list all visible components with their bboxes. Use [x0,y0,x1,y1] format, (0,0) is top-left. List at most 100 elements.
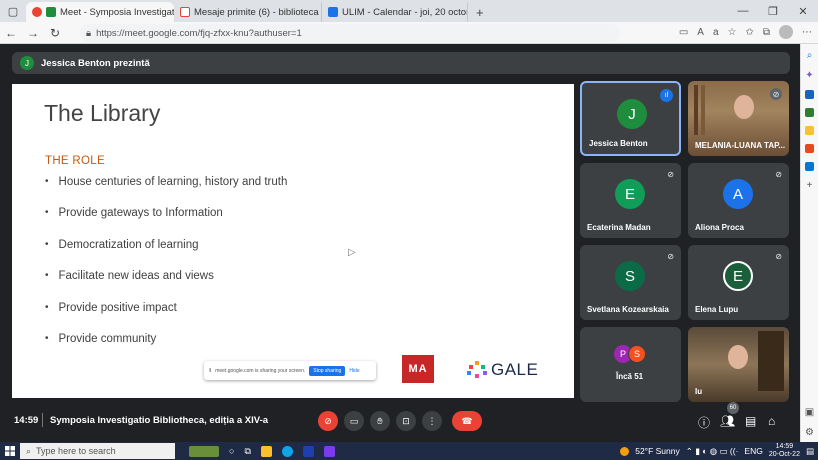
record-icon [32,7,42,17]
participant-tile[interactable]: ıl J Jessica Benton [580,81,681,156]
stop-sharing-button[interactable]: Stop sharing [309,365,346,376]
participant-name: MELANIA-LUANA TAP... [695,141,786,150]
mic-off-icon: ⊘ [667,252,674,261]
camera-button[interactable]: ▭ [344,411,364,431]
url-input[interactable]: 🔒︎ https://meet.google.com/fjq-zfxx-knu?… [80,24,620,42]
meet-stage: J Jessica Benton prezintă The Library TH… [0,44,800,442]
mic-off-icon: ⊘ [667,170,674,179]
search-icon: ⌕ [26,445,32,456]
participant-tile[interactable]: Iu [688,327,789,402]
participant-avatar: E [615,179,645,209]
participant-tile[interactable]: ⊘ E Ecaterina Madan [580,163,681,238]
meeting-title: Symposia Investigatio Bibliotheca, ediți… [50,415,269,426]
gmail-favicon-icon [180,7,190,17]
people-icon[interactable]: 👥︎ [720,414,735,428]
shopping-icon[interactable] [805,90,814,99]
new-tab-button[interactable]: + [468,2,492,22]
bullet-item: • Democratization of learning [45,238,199,251]
language-indicator[interactable]: ENG [744,446,762,456]
slide-title: The Library [44,100,161,126]
mouse-cursor-icon: ▷ [348,247,356,258]
system-tray: 52°F Sunny ⌃ ▮ ◐ ◍ ▭ ((· ENG 14:59 20-Oc… [620,442,814,460]
gale-mark-icon [467,361,487,378]
presenter-banner: J Jessica Benton prezintă [12,52,790,74]
browser-tab-strip: ▢ Meet - Symposia Investigat ✕ Mesaje pr… [0,0,818,22]
presenter-avatar: J [20,56,34,70]
news-widget-icon[interactable] [189,445,219,457]
more-participants-tile[interactable]: P S Încă 51 [580,327,681,402]
tab-actions-icon[interactable]: ▢ [0,0,26,22]
activities-icon[interactable]: ⌂ [768,414,775,428]
screen-share-notice: ⦀ meet.google.com is sharing your screen… [204,361,376,380]
tab-calendar[interactable]: ULIM - Calendar - joi, 20 octomb ✕ [322,2,468,22]
participant-tile[interactable]: ⊘ MELANIA-LUANA TAP... [688,81,789,156]
slide-subtitle: THE ROLE [45,155,105,167]
office-icon[interactable] [805,144,814,153]
favorites-icon[interactable]: ✩ [745,27,753,38]
bullet-item: • Provide community [45,332,157,345]
participant-avatar: J [617,99,647,129]
search-icon[interactable]: ⌕ [807,50,813,61]
minimize-icon[interactable]: — [728,5,758,17]
favorite-icon[interactable]: ☆ [728,27,737,38]
sidebar-layout-icon[interactable]: ▣ [805,407,814,418]
chat-icon[interactable]: ▤ [745,414,756,428]
forward-icon[interactable]: → [22,26,44,40]
participant-video-face [734,95,754,119]
participant-name: Ecaterina Madan [587,223,651,232]
tools-icon[interactable] [805,108,814,117]
restore-icon[interactable]: ❐ [758,5,788,18]
bullet-item: • Facilitate new ideas and views [45,270,214,283]
bullet-item: • Provide positive impact [45,301,177,314]
raise-hand-button[interactable]: ✋︎ [370,411,390,431]
weather-text[interactable]: 52°F Sunny [635,446,680,456]
refresh-icon[interactable]: ↻ [44,26,66,40]
bullet-item: • Provide gateways to Information [45,207,223,220]
translate-icon[interactable]: a [713,27,719,38]
participant-avatar: S [615,261,645,291]
file-explorer-icon[interactable] [260,445,272,457]
edge-icon[interactable] [281,445,293,457]
info-icon[interactable]: ⓘ [698,414,710,431]
window-controls: — ❐ ✕ [728,0,818,22]
more-avatar: S [628,345,646,363]
tab-gmail[interactable]: Mesaje primite (6) - biblioteca ✕ [174,2,322,22]
mic-off-button[interactable]: ⊘ [318,411,338,431]
tab-meet[interactable]: Meet - Symposia Investigat ✕ [26,2,174,22]
mic-off-icon: ⊘ [775,252,782,261]
participant-name: Iu [695,387,703,396]
present-button[interactable]: ⊡ [396,411,416,431]
hide-button[interactable]: Hide [349,368,359,374]
camera-icon[interactable]: ▭ [679,27,688,38]
participant-tile[interactable]: ⊘ A Aliona Proca [688,163,789,238]
collections-icon[interactable]: ⧉ [763,27,770,38]
more-icon[interactable]: ⋯ [802,27,812,38]
app-icon[interactable] [323,445,335,457]
cortana-icon[interactable]: ○ [229,446,234,456]
games-icon[interactable] [805,126,814,135]
meet-favicon-icon [46,7,56,17]
outlook-icon[interactable] [805,162,814,171]
discover-icon[interactable]: ✦ [805,70,813,81]
participant-tile[interactable]: ⊘ E Elena Lupu [688,245,789,320]
close-window-icon[interactable]: ✕ [788,5,818,18]
taskbar-search-input[interactable]: ⌕ Type here to search [20,443,175,459]
back-icon[interactable]: ← [0,26,22,40]
windows-start-icon[interactable] [0,442,20,460]
mic-off-icon: ⊘ [770,88,782,100]
address-bar-row: ← → ↻ 🔒︎ https://meet.google.com/fjq-zfx… [0,22,818,44]
taskbar-apps: ○ ⧉ [189,445,335,457]
tray-icons[interactable]: ⌃ ▮ ◐ ◍ ▭ ((· [686,446,739,457]
more-options-button[interactable]: ⋮ [422,411,442,431]
participant-tile[interactable]: ⊘ S Svetlana Kozearskaia [580,245,681,320]
profile-avatar[interactable] [779,25,793,39]
word-icon[interactable] [302,445,314,457]
task-view-icon[interactable]: ⧉ [244,446,250,457]
leave-call-button[interactable]: ☎︎ [452,411,482,431]
read-aloud-icon[interactable]: A [697,27,704,38]
settings-icon[interactable]: ⚙ [805,427,814,438]
notifications-icon[interactable]: ▤ [806,446,814,457]
taskbar-clock[interactable]: 14:59 20-Oct-22 [769,443,800,459]
add-icon[interactable]: + [807,180,813,191]
more-count: Încă 51 [616,372,644,381]
